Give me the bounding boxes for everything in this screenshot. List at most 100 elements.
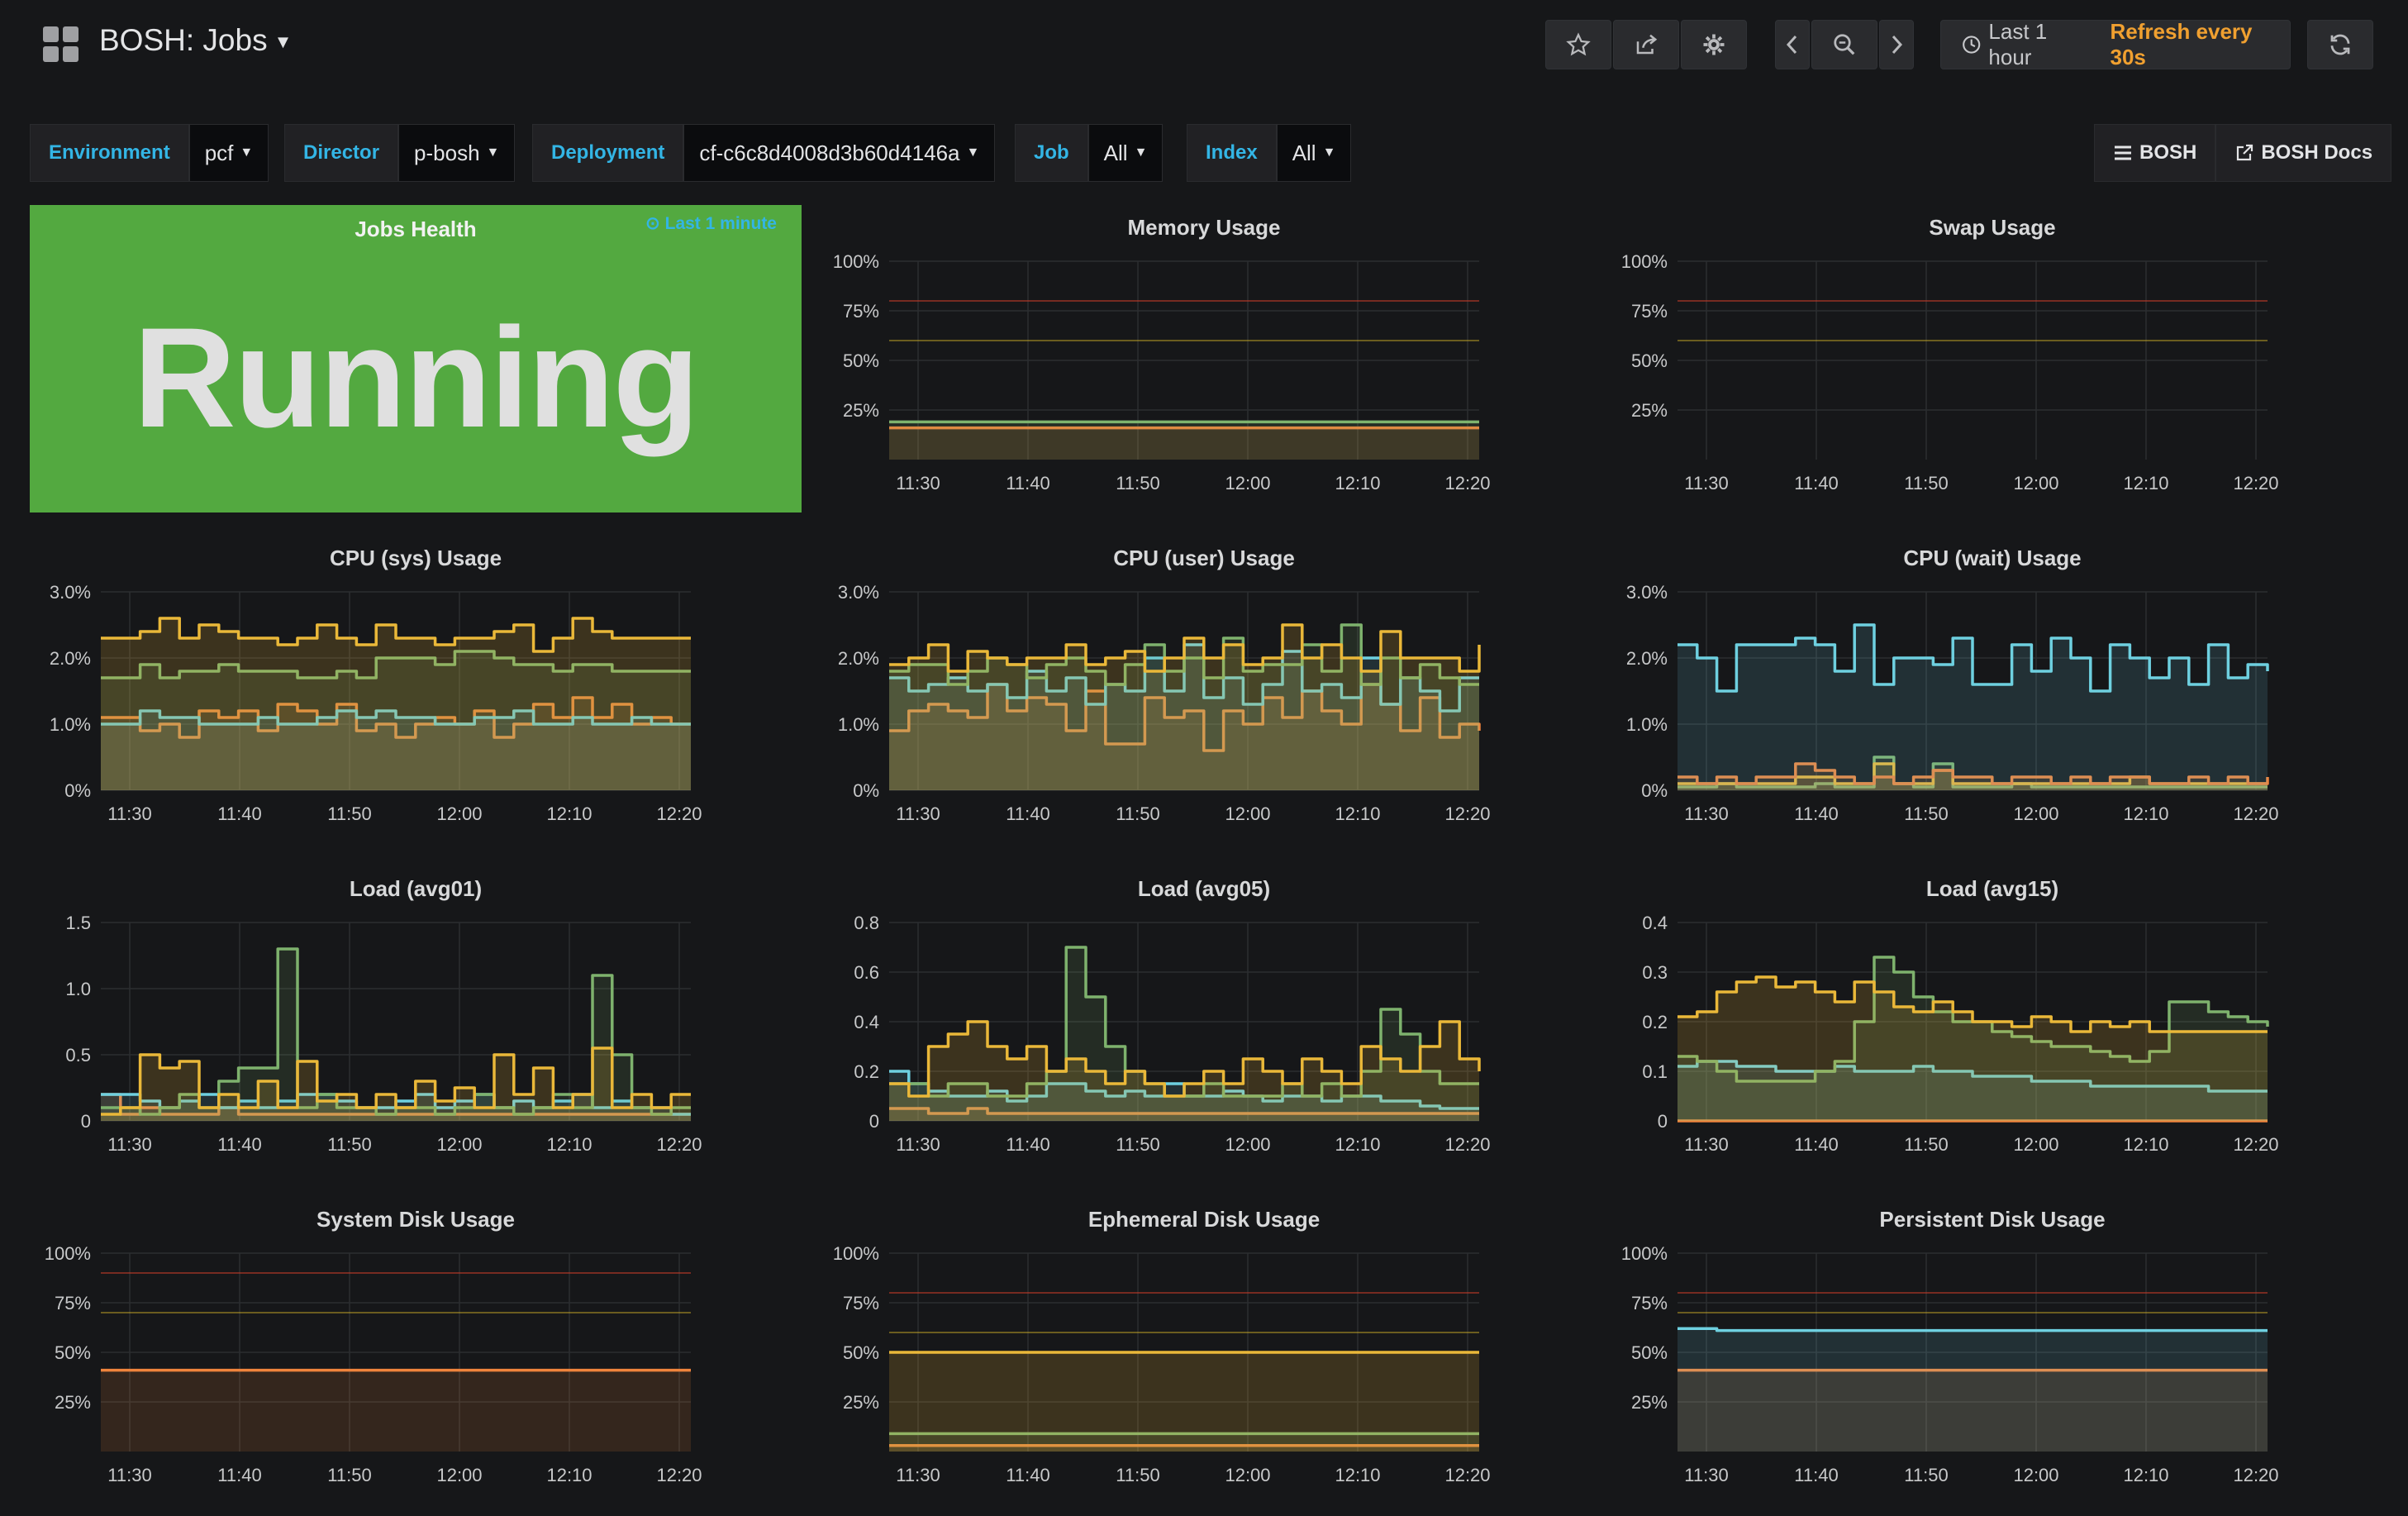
- x-tick-label: 12:20: [1444, 1134, 1490, 1155]
- y-tick-label: 1.0%: [1626, 714, 1668, 735]
- x-tick-label: 12:00: [2013, 1134, 2058, 1155]
- memory-usage-panel[interactable]: Memory Usage 11:30 11:40 11:50 12:00 12:10 12:…: [818, 205, 1590, 512]
- refresh-icon: [2330, 34, 2350, 55]
- dashboards-grid-icon[interactable]: [43, 26, 79, 63]
- time-forward-button[interactable]: [1879, 20, 1914, 69]
- y-tick-label: 3.0%: [838, 582, 879, 603]
- y-tick-label: 75%: [843, 1293, 879, 1313]
- variable-value: cf-c6c8d4008d3b60d4146a: [699, 140, 960, 165]
- y-tick-label: 0: [869, 1111, 879, 1132]
- variable-select-deployment[interactable]: cf-c6c8d4008d3b60d4146a ▼: [683, 124, 996, 182]
- y-tick-label: 0%: [1641, 780, 1668, 801]
- system-disk-usage-panel[interactable]: System Disk Usage 11:30 11:40 11:50 12:00 12:…: [30, 1197, 802, 1504]
- chevron-left-icon: [1786, 35, 1797, 55]
- x-tick-label: 12:10: [2123, 1465, 2168, 1485]
- x-tick-label: 11:30: [896, 803, 940, 824]
- y-tick-label: 1.0%: [838, 714, 879, 735]
- panel-time-badge: ⊙ Last 1 minute: [645, 213, 777, 234]
- x-tick-label: 11:40: [1006, 1465, 1049, 1485]
- y-tick-label: 25%: [843, 1392, 879, 1413]
- x-tick-label: 11:50: [327, 1134, 371, 1155]
- x-tick-label: 11:50: [1904, 1134, 1948, 1155]
- bosh-docs-link[interactable]: BOSH Docs: [2215, 124, 2392, 182]
- x-tick-label: 11:40: [1794, 473, 1838, 493]
- refresh-button[interactable]: [2307, 20, 2373, 69]
- zoom-out-button[interactable]: [1811, 20, 1877, 69]
- variable-select-environment[interactable]: pcf ▼: [188, 124, 269, 182]
- time-range-label: Last 1 hour: [1988, 19, 2048, 69]
- ephemeral-disk-usage-chart: 11:30 11:40 11:50 12:00 12:10 12:20 25% 50% 75% 1…: [833, 1243, 1491, 1485]
- clock-icon: ⊙: [645, 214, 660, 233]
- load-avg15-panel[interactable]: Load (avg15) 11:30 11:40 11:50 12:00 12:10 12:…: [1606, 866, 2378, 1174]
- y-tick-label: 0.3: [1642, 962, 1668, 983]
- variable-label: Environment: [30, 124, 189, 182]
- load-avg15-chart: 11:30 11:40 11:50 12:00 12:10 12:20 0 0.1 0.2 0.3…: [1642, 913, 2278, 1155]
- x-tick-label: 11:50: [1904, 473, 1948, 493]
- x-tick-label: 11:50: [1116, 473, 1159, 493]
- variable-select-job[interactable]: All ▼: [1087, 124, 1164, 182]
- load-avg05-panel[interactable]: Load (avg05) 11:30 11:40 11:50 12:00 12:10 12:…: [818, 866, 1590, 1174]
- x-tick-label: 12:10: [2123, 803, 2168, 824]
- series-area-yellow: [101, 618, 691, 790]
- cpu-wait-usage-panel[interactable]: CPU (wait) Usage 11:30 11:40 11:50 12:00 12:1…: [1606, 536, 2378, 843]
- x-tick-label: 12:20: [656, 1465, 702, 1485]
- bosh-docs-link-label: BOSH Docs: [2261, 141, 2373, 164]
- y-tick-label: 3.0%: [1626, 582, 1668, 603]
- variable-deployment: Deployment cf-c6c8d4008d3b60d4146a ▼: [532, 124, 996, 182]
- x-tick-label: 12:20: [1444, 1465, 1490, 1485]
- clock-icon: [1963, 36, 1981, 54]
- settings-button[interactable]: [1681, 20, 1747, 69]
- variable-value: All: [1103, 140, 1128, 165]
- chevron-right-icon: [1892, 35, 1903, 55]
- y-tick-label: 1.0: [65, 979, 91, 999]
- x-tick-label: 12:20: [2233, 473, 2278, 493]
- y-tick-label: 0.4: [1642, 913, 1668, 933]
- x-tick-label: 12:10: [1335, 1465, 1380, 1485]
- variable-value: All: [1292, 140, 1316, 165]
- dashboard-title[interactable]: BOSH: Jobs ▼: [99, 23, 292, 58]
- x-tick-label: 11:30: [1684, 1465, 1728, 1485]
- x-tick-label: 11:30: [107, 1465, 151, 1485]
- load-avg01-panel[interactable]: Load (avg01) 11:30 11:40 11:50 12:00 12:10 12:…: [30, 866, 802, 1174]
- x-tick-label: 12:00: [436, 1465, 482, 1485]
- y-tick-label: 25%: [55, 1392, 91, 1413]
- dashboard-title-text: BOSH: Jobs: [99, 23, 268, 57]
- variable-select-index[interactable]: All ▼: [1276, 124, 1352, 182]
- persistent-disk-usage-panel[interactable]: Persistent Disk Usage 11:30 11:40 11:50 12:0…: [1606, 1197, 2378, 1504]
- y-tick-label: 75%: [1631, 1293, 1668, 1313]
- x-tick-label: 12:10: [546, 1465, 592, 1485]
- x-tick-label: 11:40: [217, 1465, 261, 1485]
- dashboard-links: BOSH BOSH Docs: [2094, 124, 2392, 182]
- x-tick-label: 12:10: [1335, 803, 1380, 824]
- y-tick-label: 25%: [1631, 1392, 1668, 1413]
- x-tick-label: 12:10: [1335, 473, 1380, 493]
- series-area-yellow: [889, 1352, 1479, 1452]
- time-back-button[interactable]: [1775, 20, 1810, 69]
- series-area-lightgreen: [889, 422, 1479, 460]
- time-range-picker[interactable]: Last 1 hour Refresh every 30s: [1940, 19, 2291, 69]
- cpu-sys-usage-chart: 11:30 11:40 11:50 12:00 12:10 12:20 0% 1.0% 2.0%…: [50, 582, 702, 824]
- cpu-user-usage-panel[interactable]: CPU (user) Usage 11:30 11:40 11:50 12:00 12:1…: [818, 536, 1590, 843]
- cpu-sys-usage-panel[interactable]: CPU (sys) Usage 11:30 11:40 11:50 12:00 12:10…: [30, 536, 802, 843]
- x-tick-label: 11:40: [217, 803, 261, 824]
- load-avg05-chart: 11:30 11:40 11:50 12:00 12:10 12:20 0 0.2 0.4 0.6…: [854, 913, 1490, 1155]
- star-button[interactable]: [1545, 20, 1611, 69]
- variable-select-director[interactable]: p-bosh ▼: [398, 124, 516, 182]
- x-tick-label: 11:50: [1904, 1465, 1948, 1485]
- jobs-health-panel[interactable]: Jobs Health ⊙ Last 1 minute Running: [30, 205, 802, 512]
- x-tick-label: 12:20: [2233, 1134, 2278, 1155]
- share-button[interactable]: [1613, 20, 1679, 69]
- x-tick-label: 11:50: [1116, 803, 1159, 824]
- x-tick-label: 11:40: [1794, 1134, 1838, 1155]
- y-tick-label: 3.0%: [50, 582, 91, 603]
- swap-usage-panel[interactable]: Swap Usage 11:30 11:40 11:50 12:00 12:10 12:20…: [1606, 205, 2378, 512]
- ephemeral-disk-usage-panel[interactable]: Ephemeral Disk Usage 11:30 11:40 11:50 12:00…: [818, 1197, 1590, 1504]
- y-tick-label: 0: [1658, 1111, 1668, 1132]
- variable-label: Job: [1015, 124, 1088, 182]
- y-tick-label: 0.5: [65, 1045, 91, 1065]
- cpu-user-usage-chart: 11:30 11:40 11:50 12:00 12:10 12:20 0% 1.0% 2.0%…: [838, 582, 1491, 824]
- x-tick-label: 11:40: [1006, 473, 1049, 493]
- bosh-link[interactable]: BOSH: [2094, 124, 2216, 182]
- x-tick-label: 11:50: [1116, 1134, 1159, 1155]
- series-area-yellow: [1678, 977, 2268, 1121]
